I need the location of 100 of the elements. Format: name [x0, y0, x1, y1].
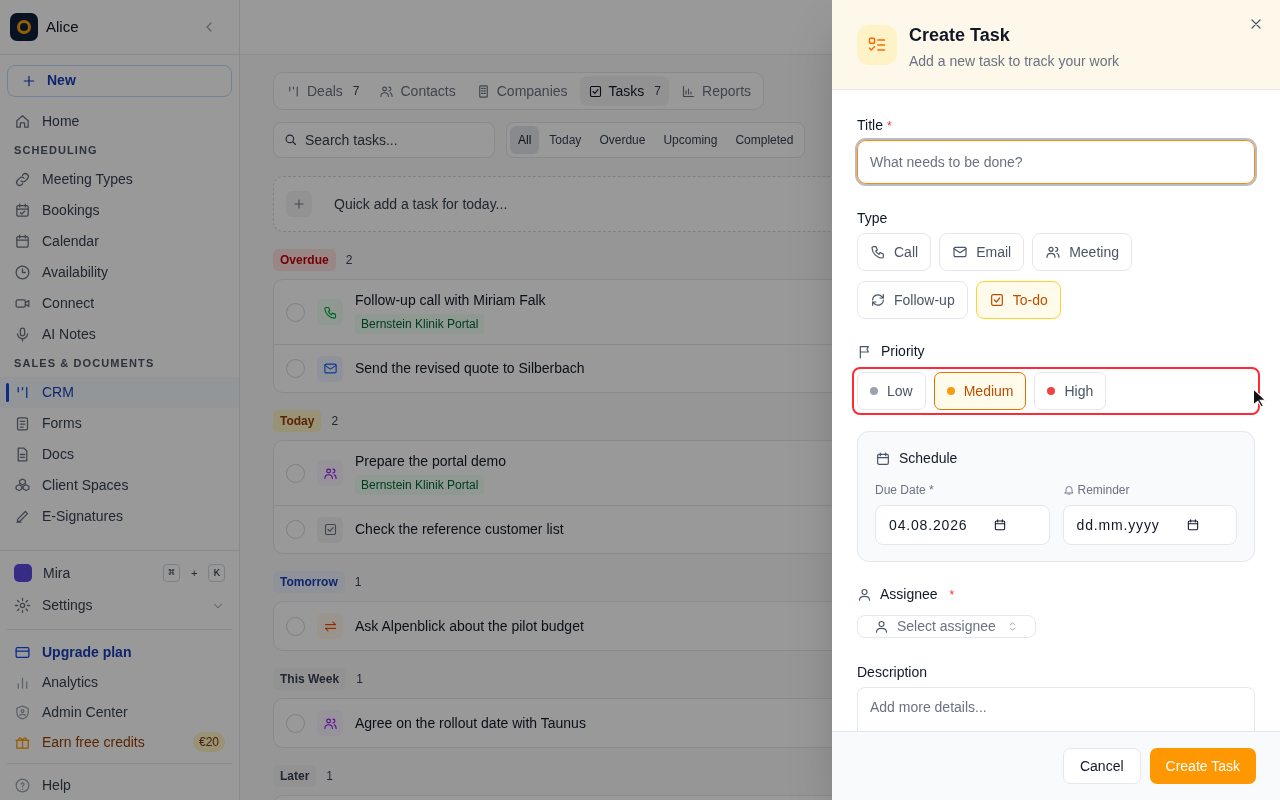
group-label: Tomorrow: [273, 571, 345, 593]
priority-option[interactable]: High: [1034, 372, 1107, 410]
settings-item[interactable]: Settings: [0, 589, 239, 622]
type-option[interactable]: Follow-up: [857, 281, 968, 319]
type-option[interactable]: Call: [857, 233, 932, 271]
refresh-icon: [870, 292, 886, 308]
search-icon: [283, 132, 298, 147]
calendar-icon: [993, 518, 1008, 532]
users-icon: [322, 465, 338, 481]
tab-label: Companies: [496, 81, 568, 101]
calendar-icon: [14, 232, 31, 250]
section-label: SCHEDULING: [13, 142, 99, 158]
assistant-label: Mira: [43, 563, 72, 583]
cancel-button[interactable]: Cancel: [1062, 748, 1141, 784]
assistant-logo: [14, 564, 32, 582]
filter-tab[interactable]: Overdue: [591, 126, 654, 154]
assistant-item[interactable]: Mira ⌘ + K: [0, 557, 239, 589]
users-icon: [1045, 244, 1062, 260]
date-field[interactable]: 04.08.2026: [875, 505, 1050, 545]
check-square-icon: [322, 522, 338, 537]
phone-icon: [870, 244, 886, 260]
priority-option[interactable]: Low: [857, 372, 926, 410]
clock-icon: [14, 263, 31, 281]
link-label: Admin Center: [42, 702, 129, 722]
date-field[interactable]: dd.mm.yyyy: [1062, 505, 1237, 545]
dialog-subtitle: Add a new task to track your work: [909, 52, 1120, 71]
check-square-icon: [988, 292, 1005, 308]
calendar-icon: [875, 450, 891, 467]
help-link[interactable]: Help: [0, 770, 239, 800]
field-label: Title: [857, 116, 883, 135]
tab-label: Tasks: [608, 81, 645, 101]
project-tag: Bernstein Klinik Portal: [355, 314, 485, 334]
tab[interactable]: Companies: [467, 76, 576, 106]
tab[interactable]: Deals 7: [278, 76, 368, 106]
link-label: Upgrade plan: [42, 642, 133, 662]
help-icon: [14, 776, 31, 794]
footer-link[interactable]: Upgrade plan: [0, 637, 239, 667]
mail-icon: [322, 361, 338, 376]
filter-tab[interactable]: Today: [541, 126, 590, 154]
nav-item[interactable]: E-Signatures: [0, 500, 239, 532]
description-field[interactable]: Add more details...: [857, 687, 1255, 731]
user-icon: [874, 619, 889, 634]
tab[interactable]: Tasks 7: [579, 76, 670, 106]
cubes-icon: [14, 476, 31, 494]
filter-tab[interactable]: Upcoming: [655, 126, 726, 154]
type-option[interactable]: Meeting: [1032, 233, 1132, 271]
tab-count: 7: [352, 83, 360, 100]
cursor-icon: [1252, 388, 1266, 408]
filter-tab[interactable]: Completed: [727, 126, 802, 154]
group-label: Today: [273, 410, 322, 432]
nav-item[interactable]: Availability: [0, 256, 239, 288]
tab-label: Contacts: [400, 81, 456, 101]
field-label: Assignee: [880, 585, 938, 604]
bar-chart-icon: [681, 83, 697, 99]
app-logo: [10, 12, 38, 41]
tab[interactable]: Contacts: [371, 76, 464, 106]
search-field[interactable]: Search tasks...: [273, 122, 495, 158]
assignee-select[interactable]: Select assignee: [857, 615, 1036, 638]
filter-tab[interactable]: All: [510, 126, 540, 154]
footer-link[interactable]: Earn free credits €20: [0, 727, 239, 757]
calendar-icon: [1185, 518, 1200, 532]
group-label: Later: [273, 765, 317, 787]
field-label: Reminder: [1077, 482, 1130, 499]
dialog-title: Create Task: [909, 25, 1011, 45]
tab-label: Reports: [702, 81, 752, 101]
microphone-icon: [14, 325, 31, 343]
nav-item[interactable]: Connect: [0, 287, 239, 319]
nav-item[interactable]: Client Spaces: [0, 469, 239, 501]
nav-item[interactable]: Home: [0, 105, 239, 137]
phone-icon: [322, 304, 338, 320]
task-title: Ask Alpenblick about the pilot budget: [355, 616, 584, 636]
nav-item[interactable]: Bookings: [0, 194, 239, 226]
nav-item[interactable]: AI Notes: [0, 318, 239, 350]
task-title: Follow-up call with Miriam Falk: [355, 291, 546, 310]
type-option[interactable]: Email: [939, 233, 1025, 271]
users-icon: [322, 715, 338, 731]
tab[interactable]: Reports: [673, 76, 760, 106]
settings-label: Settings: [42, 596, 94, 615]
bell-icon: [1062, 484, 1075, 496]
nav-item[interactable]: Forms: [0, 407, 239, 439]
type-option[interactable]: To-do: [975, 281, 1061, 319]
new-button[interactable]: New: [7, 64, 232, 97]
mail-icon: [952, 244, 969, 260]
priority-option[interactable]: Medium: [933, 372, 1027, 410]
workspace-name: Alice: [46, 16, 80, 37]
footer-link[interactable]: Admin Center: [0, 697, 239, 727]
date-placeholder: dd.mm.yyyy: [1076, 515, 1160, 535]
task-title: Prepare the portal demo: [355, 452, 506, 471]
footer-link[interactable]: Analytics: [0, 667, 239, 697]
shortcut-key: K: [208, 563, 225, 583]
group-label: This Week: [273, 668, 347, 690]
group-count: 2: [331, 413, 339, 430]
field-label: Due Date *: [875, 482, 934, 499]
nav-item[interactable]: Meeting Types: [0, 163, 239, 195]
nav-item[interactable]: Docs: [0, 438, 239, 470]
settings-icon: [14, 597, 31, 614]
clipboard-icon: [14, 414, 31, 432]
nav-item[interactable]: Calendar: [0, 225, 239, 257]
task-title: Send the revised quote to Silberbach: [355, 359, 585, 378]
title-field[interactable]: What needs to be done?: [857, 140, 1255, 184]
